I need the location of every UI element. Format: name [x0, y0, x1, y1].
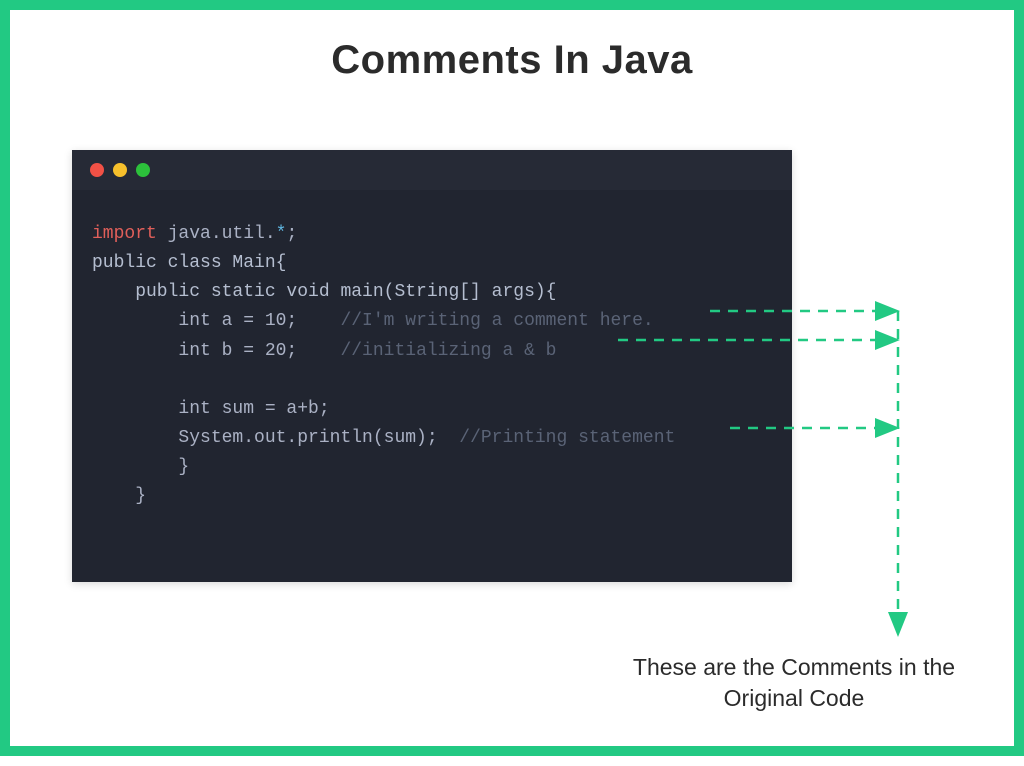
diagram-frame: Comments In Java import java.util.*;publ…: [0, 0, 1024, 756]
window-titlebar: [72, 150, 792, 190]
code-line: int sum = a+b;: [92, 395, 772, 424]
maximize-icon: [136, 163, 150, 177]
minimize-icon: [113, 163, 127, 177]
code-line: }: [92, 453, 772, 482]
code-line: int b = 20; //initializing a & b: [92, 337, 772, 366]
code-window: import java.util.*;public class Main{ pu…: [72, 150, 792, 582]
code-line: }: [92, 482, 772, 511]
code-line: [92, 366, 772, 395]
code-line: public class Main{: [92, 249, 772, 278]
page-title: Comments In Java: [10, 38, 1014, 83]
code-line: public static void main(String[] args){: [92, 278, 772, 307]
close-icon: [90, 163, 104, 177]
annotation-caption: These are the Comments in the Original C…: [629, 652, 959, 714]
code-body: import java.util.*;public class Main{ pu…: [72, 190, 792, 532]
code-line: import java.util.*;: [92, 220, 772, 249]
code-line: System.out.println(sum); //Printing stat…: [92, 424, 772, 453]
code-line: int a = 10; //I'm writing a comment here…: [92, 307, 772, 336]
